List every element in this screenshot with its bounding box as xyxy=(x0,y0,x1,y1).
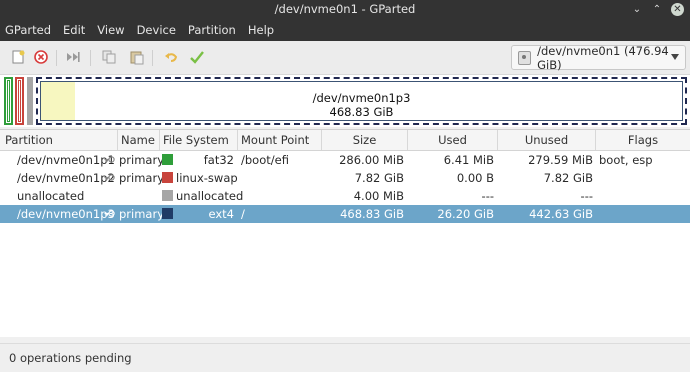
map-partition-size: 468.83 GiB xyxy=(329,105,394,119)
new-partition-button[interactable] xyxy=(9,48,27,66)
column-flags[interactable]: Flags xyxy=(596,130,690,150)
cell-file-system: ext4 xyxy=(208,207,234,221)
paste-icon xyxy=(130,51,144,65)
cell-used: --- xyxy=(481,189,494,203)
window-controls: ⌄ ⌃ ✕ xyxy=(631,0,684,19)
status-text: 0 operations pending xyxy=(9,351,132,365)
undo-button[interactable] xyxy=(162,48,180,66)
cell-mount-point: /boot/efi xyxy=(241,153,289,167)
map-partition-p1[interactable] xyxy=(4,77,13,125)
map-partition-label: /dev/nvme0n1p3 468.83 GiB xyxy=(41,91,682,119)
menu-bar: GParted Edit View Device Partition Help xyxy=(0,19,690,41)
cell-used: 6.41 MiB xyxy=(443,153,494,167)
table-row[interactable]: unallocated unallocated 4.00 MiB --- --- xyxy=(0,187,690,205)
table-row[interactable]: /dev/nvme0n1p1 primary fat32 /boot/efi 2… xyxy=(0,151,690,169)
map-partition-name: /dev/nvme0n1p3 xyxy=(312,91,411,105)
map-unallocated[interactable] xyxy=(27,77,33,125)
cell-name: primary xyxy=(119,207,165,221)
cell-flags: boot, esp xyxy=(599,153,653,167)
delete-button[interactable] xyxy=(32,48,50,66)
apply-button[interactable] xyxy=(188,48,206,66)
column-unused[interactable]: Unused xyxy=(498,130,596,150)
undo-icon xyxy=(165,53,178,62)
minimize-icon[interactable]: ⌄ xyxy=(631,0,643,19)
cell-partition: /dev/nvme0n1p3 xyxy=(17,207,115,221)
apply-icon xyxy=(190,51,204,64)
toolbar-separator xyxy=(90,50,91,66)
menu-device[interactable]: Device xyxy=(131,19,182,41)
column-used[interactable]: Used xyxy=(408,130,498,150)
fs-color-swatch xyxy=(162,208,173,219)
cell-size: 468.83 GiB xyxy=(340,207,404,221)
column-file-system[interactable]: File System xyxy=(160,130,238,150)
menu-partition[interactable]: Partition xyxy=(182,19,242,41)
cell-size: 7.82 GiB xyxy=(354,171,404,185)
menu-edit[interactable]: Edit xyxy=(57,19,91,41)
cell-unused: 279.59 MiB xyxy=(528,153,593,167)
cell-unused: 442.63 GiB xyxy=(529,207,593,221)
key-icon xyxy=(104,210,115,217)
status-bar: 0 operations pending xyxy=(0,343,690,372)
partition-table: Partition Name File System Mount Point S… xyxy=(0,129,690,337)
menu-help[interactable]: Help xyxy=(242,19,280,41)
cell-used: 26.20 GiB xyxy=(437,207,494,221)
fs-color-swatch xyxy=(162,154,173,165)
fs-color-swatch xyxy=(162,190,173,201)
new-partition-icon xyxy=(12,50,25,64)
copy-button[interactable] xyxy=(100,48,118,66)
disk-map: /dev/nvme0n1p3 468.83 GiB xyxy=(0,75,690,127)
title-bar: /dev/nvme0n1 - GParted ⌄ ⌃ ✕ xyxy=(0,0,690,19)
delete-icon xyxy=(34,50,48,64)
table-row[interactable]: /dev/nvme0n1p2 primary linux-swap 7.82 G… xyxy=(0,169,690,187)
cell-size: 4.00 MiB xyxy=(353,189,404,203)
paste-button[interactable] xyxy=(128,48,146,66)
copy-icon xyxy=(102,50,116,64)
close-icon[interactable]: ✕ xyxy=(671,3,684,16)
cell-partition: unallocated xyxy=(17,189,85,203)
column-mount-point[interactable]: Mount Point xyxy=(238,130,322,150)
cell-size: 286.00 MiB xyxy=(339,153,404,167)
fs-color-swatch xyxy=(162,172,173,183)
column-partition[interactable]: Partition xyxy=(0,130,118,150)
chevron-down-icon xyxy=(671,54,679,60)
resize-move-icon xyxy=(67,52,80,62)
cell-partition: /dev/nvme0n1p1 xyxy=(17,153,115,167)
window-title: /dev/nvme0n1 - GParted xyxy=(274,2,416,16)
table-header: Partition Name File System Mount Point S… xyxy=(0,130,690,151)
device-selector-label: /dev/nvme0n1 (476.94 GiB) xyxy=(537,43,669,72)
toolbar-separator xyxy=(56,50,57,66)
column-name[interactable]: Name xyxy=(118,130,160,150)
resize-move-button[interactable] xyxy=(64,48,82,66)
key-icon xyxy=(104,156,115,163)
cell-partition: /dev/nvme0n1p2 xyxy=(17,171,115,185)
cell-file-system: unallocated xyxy=(176,189,244,203)
map-partition-p3[interactable]: /dev/nvme0n1p3 468.83 GiB xyxy=(36,77,687,125)
device-selector[interactable]: /dev/nvme0n1 (476.94 GiB) xyxy=(511,43,686,72)
cell-name: primary xyxy=(119,171,165,185)
toolbar: /dev/nvme0n1 (476.94 GiB) xyxy=(0,41,690,75)
toolbar-separator xyxy=(152,50,153,66)
column-size[interactable]: Size xyxy=(322,130,408,150)
menu-view[interactable]: View xyxy=(91,19,130,41)
key-icon xyxy=(104,174,115,181)
disk-icon xyxy=(518,50,532,65)
maximize-icon[interactable]: ⌃ xyxy=(651,0,663,19)
cell-name: primary xyxy=(119,153,165,167)
table-row-selected[interactable]: /dev/nvme0n1p3 primary ext4 / 468.83 GiB… xyxy=(0,205,690,223)
cell-unused: 7.82 GiB xyxy=(543,171,593,185)
cell-file-system: linux-swap xyxy=(176,171,238,185)
cell-used: 0.00 B xyxy=(456,171,494,185)
cell-unused: --- xyxy=(580,189,593,203)
map-partition-p2[interactable] xyxy=(15,77,24,125)
cell-file-system: fat32 xyxy=(203,153,234,167)
menu-gparted[interactable]: GParted xyxy=(0,19,57,41)
map-partition-p3-inner: /dev/nvme0n1p3 468.83 GiB xyxy=(40,81,683,121)
cell-mount-point: / xyxy=(241,207,245,221)
